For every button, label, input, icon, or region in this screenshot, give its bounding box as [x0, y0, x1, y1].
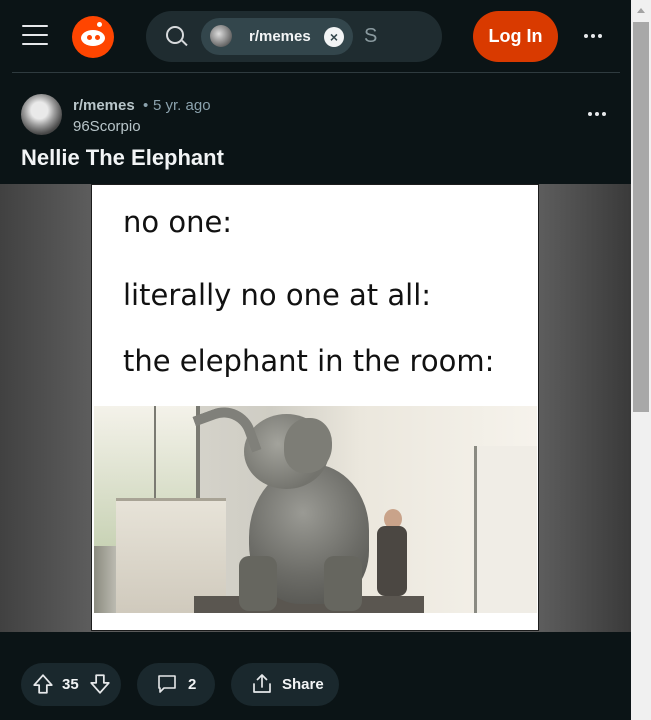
elephant-leg	[239, 556, 277, 611]
top-navigation-bar: r/memes × S Log In	[0, 0, 631, 72]
reddit-logo-icon[interactable]	[72, 16, 114, 58]
office-worker	[377, 526, 407, 596]
office-cabinet	[474, 446, 537, 613]
share-icon	[253, 674, 271, 693]
meta-separator: •	[143, 97, 149, 114]
downvote-icon[interactable]	[89, 673, 111, 695]
more-options-icon[interactable]	[584, 34, 602, 38]
avatar[interactable]	[21, 94, 62, 135]
share-button[interactable]: Share	[231, 663, 339, 706]
logo-eye	[95, 35, 100, 40]
author-link[interactable]: 96Scorpio	[73, 118, 141, 135]
post-media[interactable]: no one: literally no one at all: the ele…	[0, 184, 631, 632]
subreddit-link[interactable]: r/memes	[73, 97, 135, 114]
post-action-bar: 35 2 Share	[0, 632, 631, 720]
menu-line	[22, 25, 48, 27]
vote-control: 35	[21, 663, 121, 706]
logo-antenna	[97, 22, 102, 27]
chip-label: r/memes	[249, 28, 311, 45]
scroll-up-arrow-icon[interactable]	[631, 0, 651, 20]
comment-count: 2	[188, 676, 197, 693]
scrollbar-thumb[interactable]	[633, 22, 649, 412]
meme-image: no one: literally no one at all: the ele…	[91, 184, 539, 631]
logo-eye	[87, 35, 92, 40]
reddit-post-page: r/memes × S Log In r/memes • 5 yr. ago 9…	[0, 0, 631, 720]
elephant-leg	[324, 556, 362, 611]
subreddit-search-chip[interactable]: r/memes ×	[201, 18, 353, 55]
comment-icon	[158, 675, 176, 693]
meme-caption-line: literally no one at all:	[123, 278, 432, 312]
search-bar[interactable]: r/memes × S	[146, 11, 442, 62]
elephant-ear	[284, 418, 332, 473]
meme-photo-elephant-office	[94, 406, 537, 613]
post-title: Nellie The Elephant	[21, 145, 224, 170]
header-divider	[12, 72, 620, 73]
post-age: 5 yr. ago	[153, 97, 211, 114]
login-button[interactable]: Log In	[473, 11, 558, 62]
menu-line	[22, 43, 48, 45]
hamburger-menu-button[interactable]	[22, 25, 48, 47]
search-icon	[166, 26, 184, 44]
share-label: Share	[282, 676, 324, 693]
chip-close-icon[interactable]: ×	[324, 27, 344, 47]
subreddit-avatar-icon	[210, 25, 232, 47]
meme-caption-line: no one:	[123, 205, 233, 239]
upvote-icon[interactable]	[32, 673, 54, 695]
comments-button[interactable]: 2	[137, 663, 215, 706]
post-overflow-menu-icon[interactable]	[588, 112, 606, 116]
meme-caption-line: the elephant in the room:	[123, 344, 495, 378]
logo-face	[81, 30, 105, 46]
menu-line	[22, 34, 48, 36]
search-input[interactable]: S	[364, 25, 377, 48]
vertical-scrollbar[interactable]	[631, 0, 651, 720]
vote-score: 35	[62, 676, 79, 693]
